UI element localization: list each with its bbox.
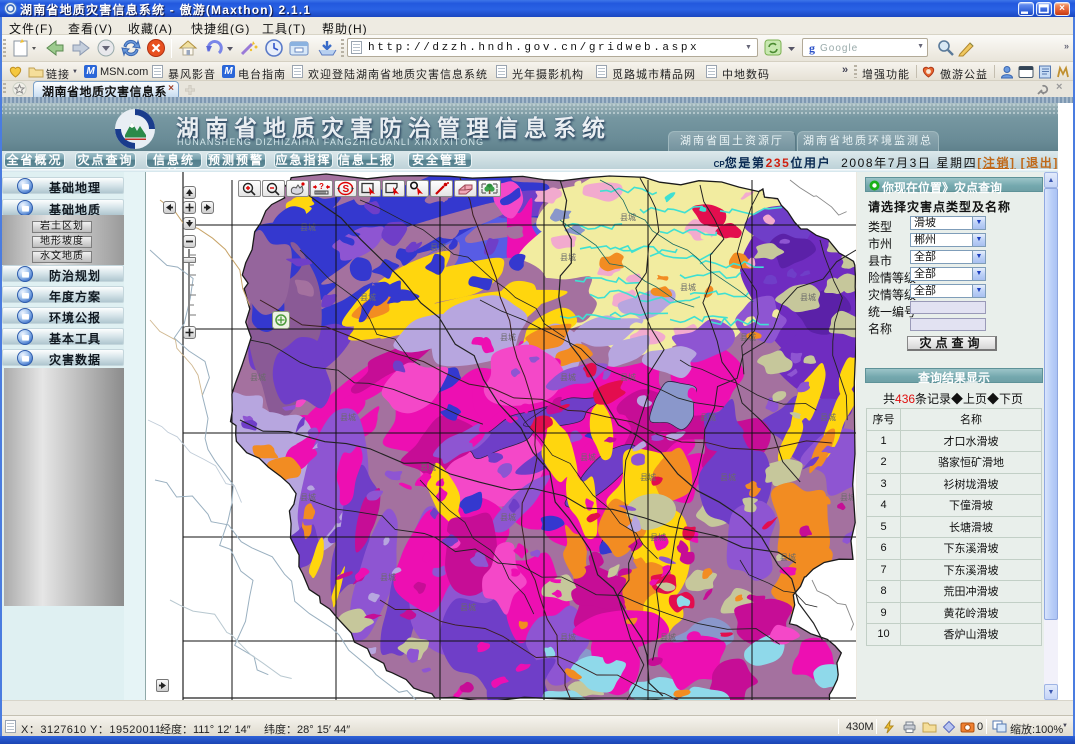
svg-text:?: ? — [319, 182, 324, 191]
svg-text:县城: 县城 — [580, 453, 596, 462]
svg-text:县城: 县城 — [300, 493, 316, 502]
svg-text:县城: 县城 — [300, 223, 316, 232]
svg-text:县城: 县城 — [560, 373, 576, 382]
svg-text:县城: 县城 — [360, 293, 376, 302]
svg-text:县城: 县城 — [740, 333, 756, 342]
svg-text:县城: 县城 — [800, 293, 816, 302]
svg-text:县城: 县城 — [820, 413, 836, 422]
svg-text:县城: 县城 — [340, 413, 356, 422]
svg-text:S: S — [343, 184, 350, 195]
svg-text:县城: 县城 — [460, 603, 476, 612]
svg-text:县城: 县城 — [700, 413, 716, 422]
svg-text:县城: 县城 — [680, 283, 696, 292]
svg-text:县城: 县城 — [560, 253, 576, 262]
svg-text:县城: 县城 — [500, 513, 516, 522]
svg-text:县城: 县城 — [720, 473, 736, 482]
svg-text:县城: 县城 — [420, 463, 436, 472]
svg-text:县城: 县城 — [430, 243, 446, 252]
svg-text:县城: 县城 — [250, 373, 266, 382]
svg-text:县城: 县城 — [380, 573, 396, 582]
svg-text:县城: 县城 — [500, 333, 516, 342]
